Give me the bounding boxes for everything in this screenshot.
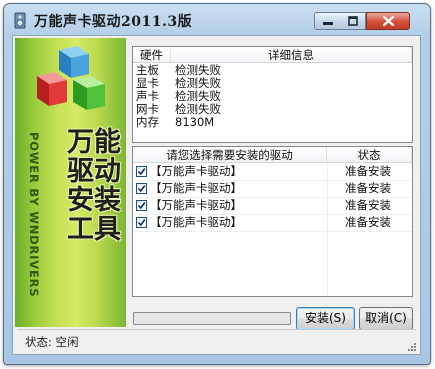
driver-checkbox[interactable] (136, 166, 147, 177)
hardware-column-header[interactable]: 硬件 (133, 47, 171, 63)
resize-grip-icon[interactable] (407, 342, 417, 352)
driver-status: 准备安装 (345, 198, 391, 212)
brand-banner: POWER BY WNDRIVERS 万能驱动安装工具 (15, 38, 126, 327)
status-separator (17, 329, 416, 330)
maximize-icon (348, 16, 358, 26)
row-divider (133, 231, 412, 232)
driver-row[interactable]: 【万能声卡驱动】 准备安装 (133, 164, 412, 180)
driver-status: 准备安装 (345, 181, 391, 195)
checkmark-icon (137, 185, 146, 193)
detail-column-header[interactable]: 详细信息 (171, 47, 412, 63)
power-by-text: POWER BY WNDRIVERS (27, 132, 41, 298)
close-button[interactable] (366, 12, 410, 30)
driver-list[interactable]: 请您选择需要安装的驱动 状态 【万能声卡驱动】 准备安装 【万能声卡驱动】 准备… (132, 146, 413, 297)
speaker-icon (14, 12, 26, 29)
driver-checkbox[interactable] (136, 217, 147, 228)
driver-name: 【万能声卡驱动】 (150, 198, 242, 212)
driver-row[interactable]: 【万能声卡驱动】 准备安装 (133, 181, 412, 197)
close-icon (383, 16, 394, 26)
minimize-button[interactable] (314, 12, 341, 30)
checkmark-icon (137, 202, 146, 210)
colored-cubes-logo (37, 46, 105, 110)
status-column-header[interactable]: 状态 (327, 147, 412, 163)
hardware-list[interactable]: 硬件 详细信息 主板 检测失败 显卡 检测失败 声卡 检测失败 网卡 检测失败 … (132, 46, 413, 143)
checkmark-icon (137, 168, 146, 176)
client-area: POWER BY WNDRIVERS 万能驱动安装工具 硬件 详细信息 主板 检… (12, 35, 421, 355)
driver-name: 【万能声卡驱动】 (150, 181, 242, 195)
driver-status: 准备安装 (345, 215, 391, 229)
hardware-info: 8130M (175, 115, 215, 129)
cancel-button[interactable]: 取消(C) (359, 307, 413, 330)
driver-row[interactable]: 【万能声卡驱动】 准备安装 (133, 198, 412, 214)
banner-title: 万能驱动安装工具 (67, 127, 121, 245)
minimize-icon (323, 22, 333, 25)
driver-name: 【万能声卡驱动】 (150, 215, 242, 229)
driver-checkbox[interactable] (136, 200, 147, 211)
driver-row[interactable]: 【万能声卡驱动】 准备安装 (133, 215, 412, 231)
hardware-type: 内存 (136, 115, 159, 129)
install-button[interactable]: 安装(S) (296, 307, 355, 330)
driver-status: 准备安装 (345, 164, 391, 178)
window-title: 万能声卡驱动2011.3版 (34, 14, 193, 30)
driver-name: 【万能声卡驱动】 (150, 164, 242, 178)
column-divider (327, 163, 328, 296)
driver-column-header[interactable]: 请您选择需要安装的驱动 (133, 147, 327, 163)
driver-checkbox[interactable] (136, 183, 147, 194)
maximize-button[interactable] (340, 12, 366, 30)
status-text: 状态: 空闲 (25, 335, 79, 349)
install-progress-bar (133, 312, 291, 325)
checkmark-icon (137, 219, 146, 227)
app-window: 万能声卡驱动2011.3版 POWER BY WNDRIVERS 万能驱动安装工… (3, 3, 431, 365)
title-bar[interactable]: 万能声卡驱动2011.3版 (4, 4, 430, 36)
